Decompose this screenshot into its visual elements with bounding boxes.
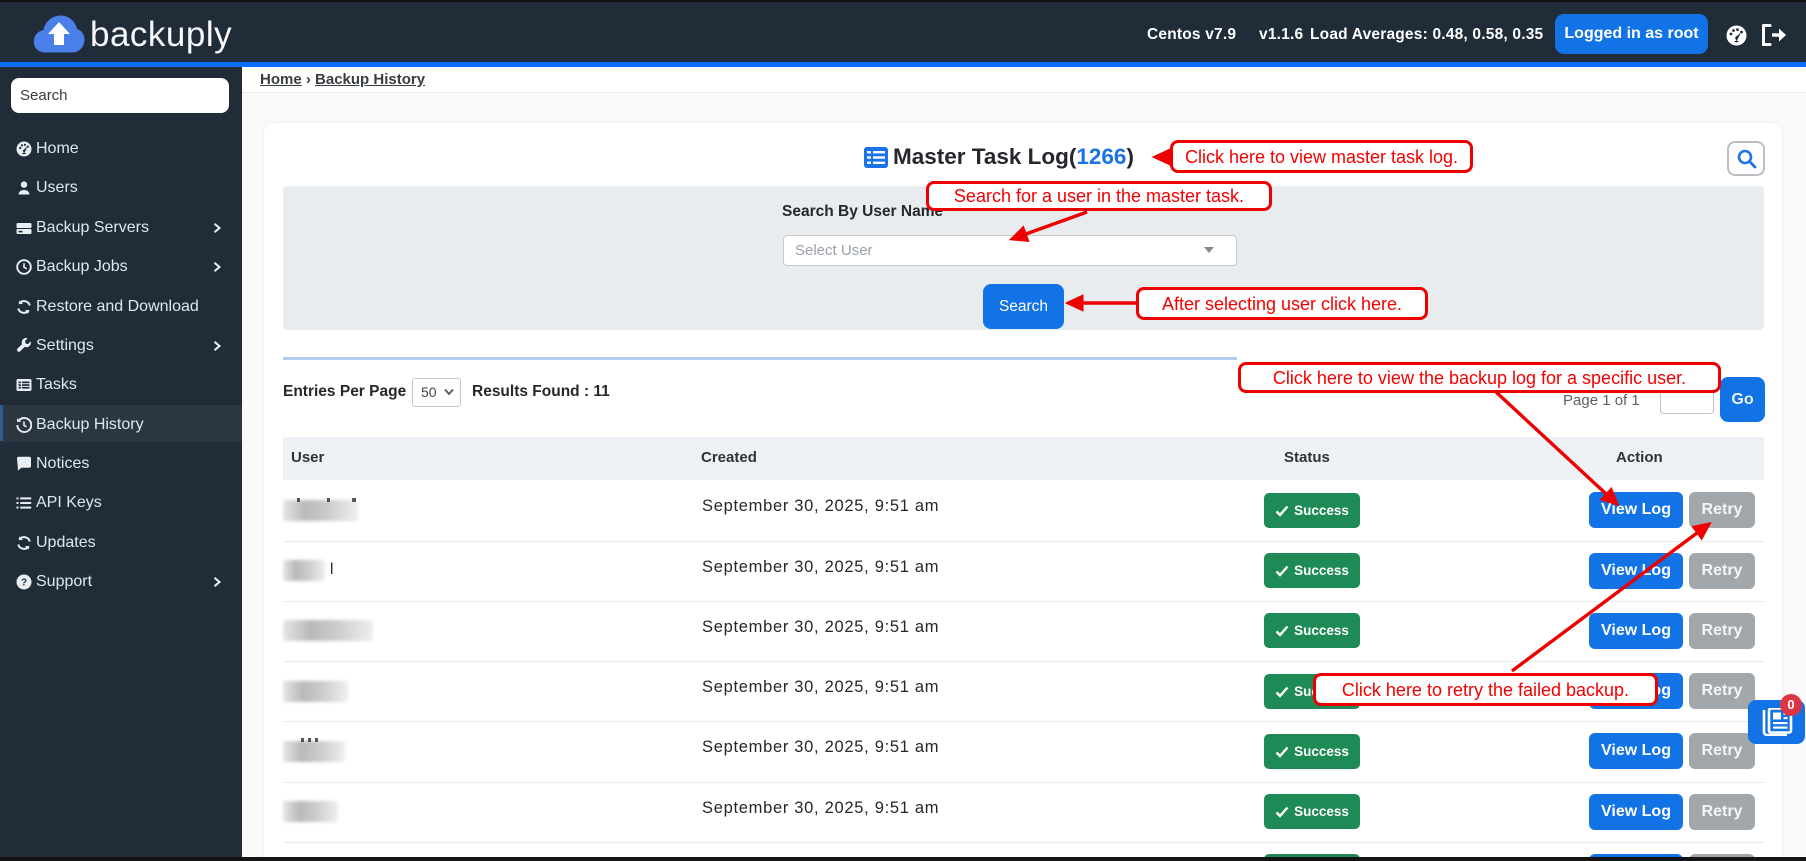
svg-text:?: ? xyxy=(21,577,27,588)
